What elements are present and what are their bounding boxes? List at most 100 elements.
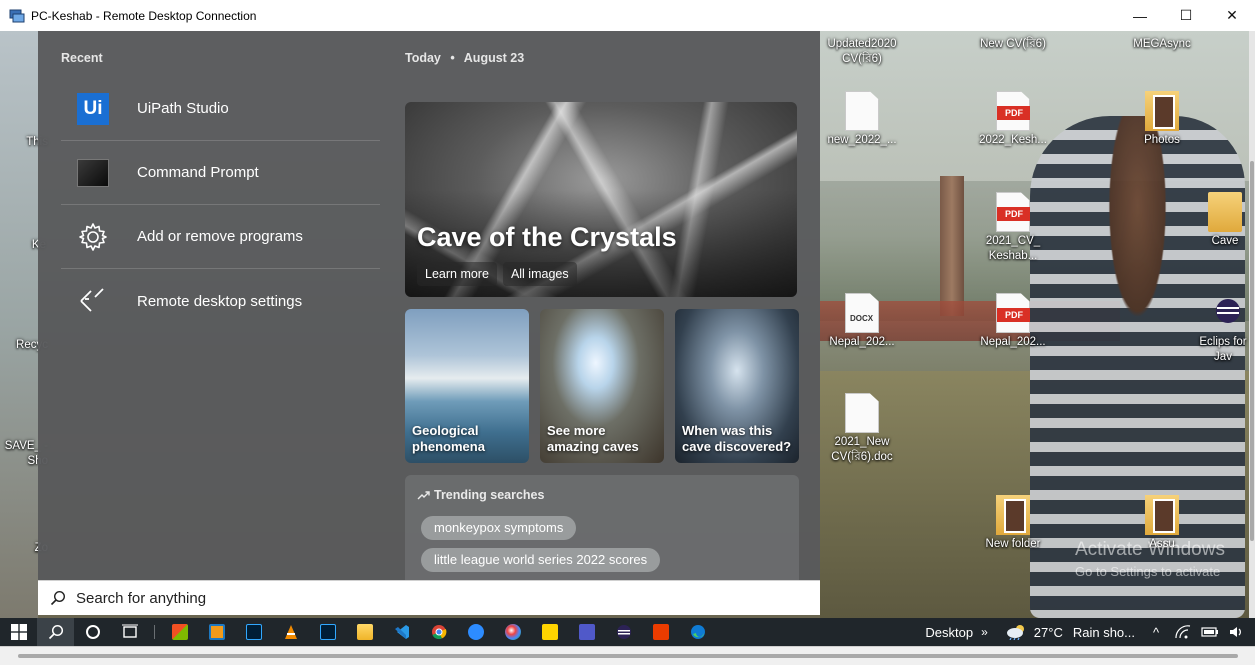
desktop-toolbar-label[interactable]: Desktop	[925, 625, 973, 640]
docx-icon: DOCX	[845, 293, 879, 333]
task-view-button[interactable]	[111, 618, 148, 646]
search-input[interactable]	[76, 589, 776, 607]
office-icon	[652, 624, 669, 640]
toolbar-overflow-icon[interactable]: »	[981, 625, 988, 639]
eclipse-icon	[1216, 299, 1240, 323]
wifi-icon[interactable]	[1174, 625, 1192, 639]
photo-folder-icon	[996, 495, 1030, 535]
desktop-icon-2021-new-cv-doc[interactable]: 2021_New CV(রি6).doc	[822, 393, 902, 465]
window-controls: — ☐ ✕	[1117, 0, 1255, 31]
taskbar-app-photoshop[interactable]	[235, 618, 272, 646]
taskbar-app-zoom[interactable]	[457, 618, 494, 646]
recent-heading: Recent	[61, 51, 103, 65]
sticky-notes-icon	[541, 624, 558, 640]
weather-condition[interactable]: Rain sho...	[1073, 625, 1135, 640]
desktop-icon-2021-cv-keshab-pdf[interactable]: PDF 2021_CV_ Keshab...	[973, 192, 1053, 264]
recent-item-command-prompt[interactable]: Command Prompt	[61, 141, 380, 205]
recent-item-uipath-studio[interactable]: Ui UiPath Studio	[61, 77, 380, 141]
hero-buttons: Learn more All images	[417, 262, 577, 286]
taskbar-app-sticky-notes[interactable]	[531, 618, 568, 646]
store-icon	[171, 624, 188, 640]
horizontal-scrollbar-thumb[interactable]	[18, 654, 1238, 658]
taskbar-app-photoshop-2[interactable]	[309, 618, 346, 646]
hero-title: Cave of the Crystals	[417, 222, 677, 252]
window-title-bar: PC-Keshab - Remote Desktop Connection — …	[0, 0, 1255, 31]
minimize-button[interactable]: —	[1117, 0, 1163, 31]
trending-chip[interactable]: monkeypox symptoms	[421, 516, 577, 540]
trending-searches: Trending searches monkeypox symptoms lit…	[405, 475, 799, 580]
desktop-icon-new-2022[interactable]: new_2022_...	[822, 91, 902, 148]
desktop-icon-megasync[interactable]: MEGAsync	[1122, 35, 1202, 52]
desktop-icon-nepal-pdf[interactable]: PDF Nepal_202...	[973, 293, 1053, 350]
desktop-icon-label: Nepal_202...	[829, 336, 895, 348]
wallpaper-pillar	[940, 176, 964, 316]
trending-chip[interactable]: little league world series 2022 scores	[421, 548, 661, 572]
taskbar-app-vmware[interactable]	[198, 618, 235, 646]
desktop-icon-nepal-docx[interactable]: DOCX Nepal_202...	[822, 293, 902, 350]
recent-item-add-remove-programs[interactable]: Add or remove programs	[61, 205, 380, 269]
taskbar-separator	[154, 625, 155, 639]
folder-icon	[356, 624, 373, 640]
card-amazing-caves[interactable]: See more amazing caves	[540, 309, 664, 463]
weather-rain-icon[interactable]	[1006, 624, 1028, 640]
card-geological-phenomena[interactable]: Geological phenomena	[405, 309, 529, 463]
taskbar: Desktop » 27°C Rain sho... ^	[0, 618, 1255, 646]
desktop-icon-new-cv[interactable]: New CV(রি6)	[973, 35, 1053, 52]
vertical-scrollbar[interactable]	[1249, 31, 1255, 618]
desktop-icon-cave[interactable]: Cave	[1185, 192, 1255, 249]
taskbar-app-teams[interactable]	[568, 618, 605, 646]
desktop-icon-label: New folder	[985, 538, 1041, 550]
photoshop-icon	[245, 624, 262, 640]
weather-temperature[interactable]: 27°C	[1034, 625, 1063, 640]
recent-item-label: Command Prompt	[137, 164, 259, 181]
taskbar-app-vlc[interactable]	[272, 618, 309, 646]
taskbar-app-edge[interactable]	[679, 618, 716, 646]
photoshop-icon	[319, 624, 336, 640]
edge-icon	[690, 625, 705, 639]
taskbar-app-store[interactable]	[161, 618, 198, 646]
remote-desktop-app-icon	[9, 9, 25, 22]
vmware-icon	[208, 624, 225, 640]
chevron-up-icon[interactable]: ^	[1147, 625, 1165, 640]
taskbar-app-file-explorer[interactable]	[346, 618, 383, 646]
vscode-icon	[394, 625, 409, 639]
pdf-icon: PDF	[996, 293, 1030, 333]
cortana-button[interactable]	[74, 618, 111, 646]
pdf-icon: PDF	[996, 91, 1030, 131]
recent-item-label: Add or remove programs	[137, 228, 303, 245]
taskbar-app-vscode[interactable]	[383, 618, 420, 646]
start-button[interactable]	[0, 618, 37, 646]
desktop-icon-label: new_2022_...	[827, 134, 897, 146]
all-images-button[interactable]: All images	[502, 262, 577, 286]
hero-card[interactable]: Cave of the Crystals Learn more All imag…	[405, 102, 797, 297]
taskbar-app-eclipse[interactable]	[605, 618, 642, 646]
battery-icon[interactable]	[1201, 625, 1219, 639]
desktop-icon-2022-keshab-pdf[interactable]: PDF 2022_Kesh...	[973, 91, 1053, 148]
taskbar-app-chrome[interactable]	[420, 618, 457, 646]
taskbar-app-paint[interactable]	[494, 618, 531, 646]
taskbar-search-button[interactable]	[37, 618, 74, 646]
desktop-icon-label: Eclips for Jav	[1199, 336, 1247, 363]
gear-icon	[77, 221, 109, 253]
desktop-icon-new-folder[interactable]: New folder	[973, 495, 1053, 552]
desktop-icon-photos[interactable]: Photos	[1122, 91, 1202, 148]
speaker-icon[interactable]	[1228, 625, 1246, 639]
desktop-icon-label: 2021_New CV(রি6).doc	[831, 436, 893, 463]
desktop-left-edge	[0, 31, 38, 618]
desktop-icon-label: Nepal_202...	[980, 336, 1046, 348]
uipath-icon: Ui	[77, 92, 109, 125]
desktop-icon-eclipse[interactable]: Eclips for Jav	[1190, 293, 1255, 365]
trending-heading: Trending searches	[417, 488, 544, 502]
maximize-button[interactable]: ☐	[1163, 0, 1209, 31]
taskbar-app-office[interactable]	[642, 618, 679, 646]
recent-list: Ui UiPath Studio Command Prompt Add or r…	[61, 77, 380, 333]
recent-item-label: Remote desktop settings	[137, 292, 303, 310]
desktop-icon-updated2020-cv[interactable]: Updated2020 CV(রি6)	[822, 35, 902, 67]
learn-more-button[interactable]: Learn more	[417, 262, 497, 286]
close-button[interactable]: ✕	[1209, 0, 1255, 31]
card-cave-discovered[interactable]: When was this cave discovered?	[675, 309, 799, 463]
vlc-icon	[284, 625, 297, 639]
search-bar	[38, 580, 820, 615]
scrollbar-thumb[interactable]	[1250, 161, 1254, 541]
recent-item-remote-desktop-settings[interactable]: Remote desktop settings	[61, 269, 380, 333]
